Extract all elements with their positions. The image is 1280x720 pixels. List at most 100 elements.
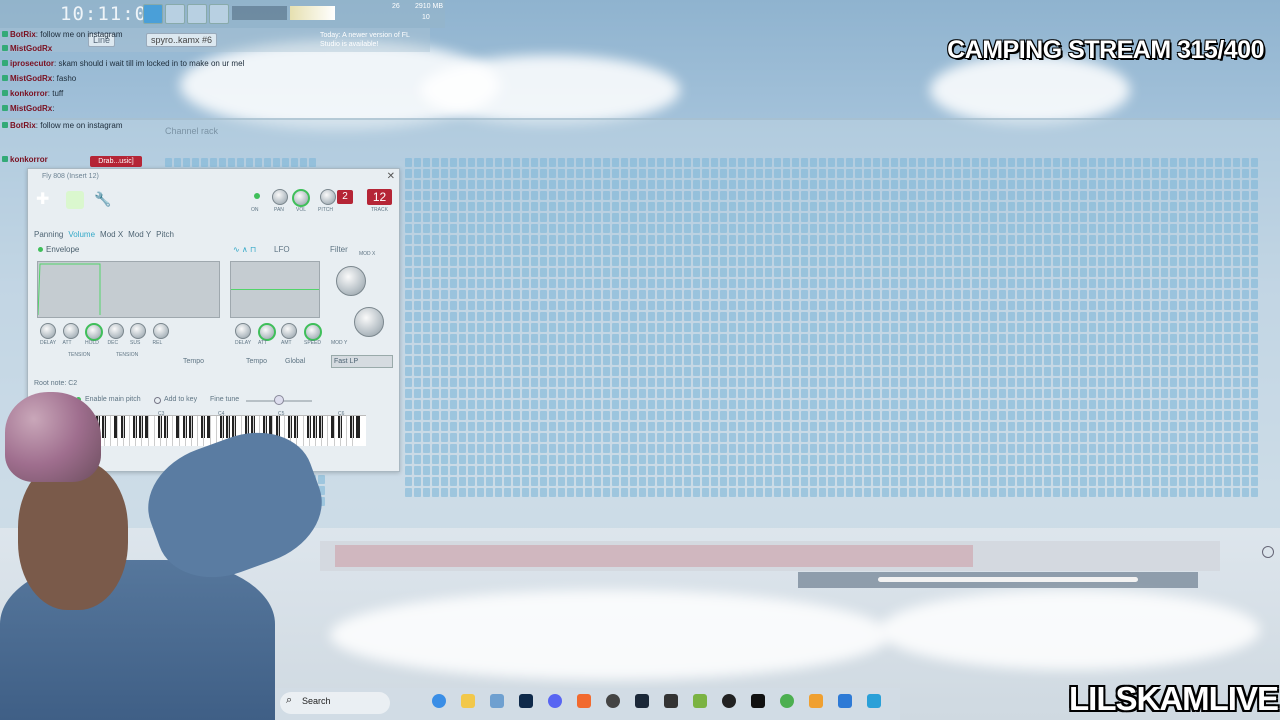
- step-button[interactable]: [1242, 323, 1249, 332]
- step-button[interactable]: [765, 235, 772, 244]
- step-button[interactable]: [756, 323, 763, 332]
- step-button[interactable]: [747, 235, 754, 244]
- step-button[interactable]: [1161, 213, 1168, 222]
- step-button[interactable]: [810, 301, 817, 310]
- step-button[interactable]: [972, 400, 979, 409]
- step-button[interactable]: [1233, 158, 1240, 167]
- step-button[interactable]: [882, 334, 889, 343]
- step-button[interactable]: [936, 433, 943, 442]
- step-button[interactable]: [900, 169, 907, 178]
- step-button[interactable]: [1044, 378, 1051, 387]
- step-button[interactable]: [1044, 268, 1051, 277]
- step-button[interactable]: [819, 158, 826, 167]
- step-button[interactable]: [522, 235, 529, 244]
- step-button[interactable]: [1125, 224, 1132, 233]
- step-button[interactable]: [801, 389, 808, 398]
- step-button[interactable]: [450, 367, 457, 376]
- step-button[interactable]: [576, 334, 583, 343]
- step-button[interactable]: [756, 488, 763, 497]
- step-button[interactable]: [909, 246, 916, 255]
- step-button[interactable]: [666, 411, 673, 420]
- step-button[interactable]: [981, 312, 988, 321]
- step-button[interactable]: [846, 224, 853, 233]
- step-button[interactable]: [783, 455, 790, 464]
- step-button[interactable]: [1152, 477, 1159, 486]
- step-button[interactable]: [1215, 246, 1222, 255]
- step-button[interactable]: [729, 334, 736, 343]
- step-button[interactable]: [648, 312, 655, 321]
- step-button[interactable]: [522, 169, 529, 178]
- step-button[interactable]: [540, 279, 547, 288]
- step-button[interactable]: [873, 323, 880, 332]
- step-button[interactable]: [1161, 290, 1168, 299]
- step-button[interactable]: [873, 213, 880, 222]
- step-button[interactable]: [1107, 444, 1114, 453]
- step-button[interactable]: [999, 334, 1006, 343]
- step-button[interactable]: [828, 378, 835, 387]
- step-button[interactable]: [504, 488, 511, 497]
- step-button[interactable]: [423, 180, 430, 189]
- step-button[interactable]: [432, 268, 439, 277]
- step-button[interactable]: [783, 466, 790, 475]
- step-button[interactable]: [1179, 323, 1186, 332]
- step-button[interactable]: [594, 466, 601, 475]
- step-button[interactable]: [612, 257, 619, 266]
- step-button[interactable]: [522, 411, 529, 420]
- step-button[interactable]: [1152, 312, 1159, 321]
- step-button[interactable]: [720, 411, 727, 420]
- step-button[interactable]: [774, 378, 781, 387]
- step-button[interactable]: [576, 389, 583, 398]
- step-button[interactable]: [1044, 301, 1051, 310]
- pattern-mode-button[interactable]: [143, 4, 163, 24]
- step-button[interactable]: [891, 466, 898, 475]
- step-button[interactable]: [738, 422, 745, 431]
- add-to-key-led[interactable]: [154, 397, 161, 404]
- step-button[interactable]: [1251, 246, 1258, 255]
- step-button[interactable]: [630, 367, 637, 376]
- step-button[interactable]: [423, 444, 430, 453]
- step-button[interactable]: [531, 356, 538, 365]
- step-button[interactable]: [702, 422, 709, 431]
- step-button[interactable]: [846, 290, 853, 299]
- step-button[interactable]: [675, 400, 682, 409]
- step-button[interactable]: [801, 191, 808, 200]
- step-button[interactable]: [1251, 367, 1258, 376]
- step-button[interactable]: [1089, 400, 1096, 409]
- step-button[interactable]: [1098, 202, 1105, 211]
- step-button[interactable]: [1170, 257, 1177, 266]
- step-button[interactable]: [441, 290, 448, 299]
- step-button[interactable]: [972, 224, 979, 233]
- step-button[interactable]: [1215, 213, 1222, 222]
- step-button[interactable]: [774, 323, 781, 332]
- step-button[interactable]: [855, 202, 862, 211]
- step-button[interactable]: [585, 279, 592, 288]
- step-button[interactable]: [900, 411, 907, 420]
- step-button[interactable]: [504, 345, 511, 354]
- step-button[interactable]: [549, 279, 556, 288]
- step-button[interactable]: [1062, 411, 1069, 420]
- step-button[interactable]: [1179, 224, 1186, 233]
- step-button[interactable]: [1116, 246, 1123, 255]
- step-button[interactable]: [459, 301, 466, 310]
- step-button[interactable]: [1053, 301, 1060, 310]
- step-button[interactable]: [504, 422, 511, 431]
- step-button[interactable]: [549, 213, 556, 222]
- step-button[interactable]: [423, 323, 430, 332]
- step-button[interactable]: [765, 213, 772, 222]
- step-button[interactable]: [468, 290, 475, 299]
- step-button[interactable]: [1233, 334, 1240, 343]
- black-key[interactable]: [356, 416, 361, 438]
- step-button[interactable]: [1134, 433, 1141, 442]
- step-button[interactable]: [837, 169, 844, 178]
- step-button[interactable]: [990, 411, 997, 420]
- step-button[interactable]: [1170, 455, 1177, 464]
- step-button[interactable]: [792, 400, 799, 409]
- step-button[interactable]: [729, 202, 736, 211]
- step-button[interactable]: [1017, 334, 1024, 343]
- step-button[interactable]: [1242, 301, 1249, 310]
- step-button[interactable]: [675, 224, 682, 233]
- step-button[interactable]: [783, 323, 790, 332]
- step-button[interactable]: [1161, 400, 1168, 409]
- step-button[interactable]: [711, 246, 718, 255]
- step-button[interactable]: [1080, 411, 1087, 420]
